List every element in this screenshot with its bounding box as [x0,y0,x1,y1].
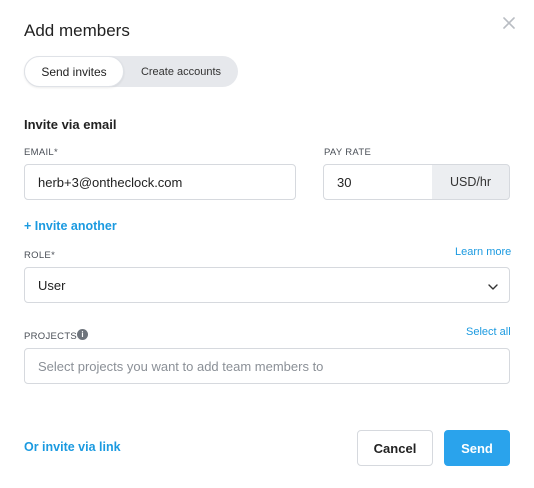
pay-rate-label: PAY RATE [324,147,372,158]
email-label: EMAIL* [24,147,59,158]
pay-rate-value: 30 [337,174,352,190]
role-label: ROLE* [24,250,56,261]
role-value: User [38,277,66,293]
chevron-down-icon [488,284,498,290]
invite-section-title: Invite via email [24,117,117,132]
dialog-title: Add members [24,21,130,40]
projects-select[interactable]: Select projects you want to add team mem… [24,348,510,384]
invite-mode-toggle: Send invites Create accounts [24,56,238,87]
pay-rate-field[interactable]: 30 [323,164,433,200]
email-value: herb+3@ontheclock.com [38,174,183,190]
cancel-button[interactable]: Cancel [357,430,433,466]
email-field[interactable]: herb+3@ontheclock.com [24,164,296,200]
invite-via-link[interactable]: Or invite via link [24,440,121,454]
tab-send-invites[interactable]: Send invites [24,56,124,87]
invite-another-link[interactable]: + Invite another [24,219,117,233]
learn-more-link[interactable]: Learn more [455,246,511,258]
projects-placeholder: Select projects you want to add team mem… [38,358,324,374]
close-icon[interactable] [500,14,518,32]
info-icon[interactable]: i [77,329,88,340]
tab-create-accounts[interactable]: Create accounts [128,56,234,87]
pay-rate-unit: USD/hr [432,164,510,200]
role-select[interactable]: User [24,267,510,303]
add-members-dialog: Add members Send invites Create accounts… [0,0,534,488]
select-all-link[interactable]: Select all [466,326,511,338]
send-button[interactable]: Send [444,430,510,466]
projects-label: PROJECTS [24,331,78,342]
